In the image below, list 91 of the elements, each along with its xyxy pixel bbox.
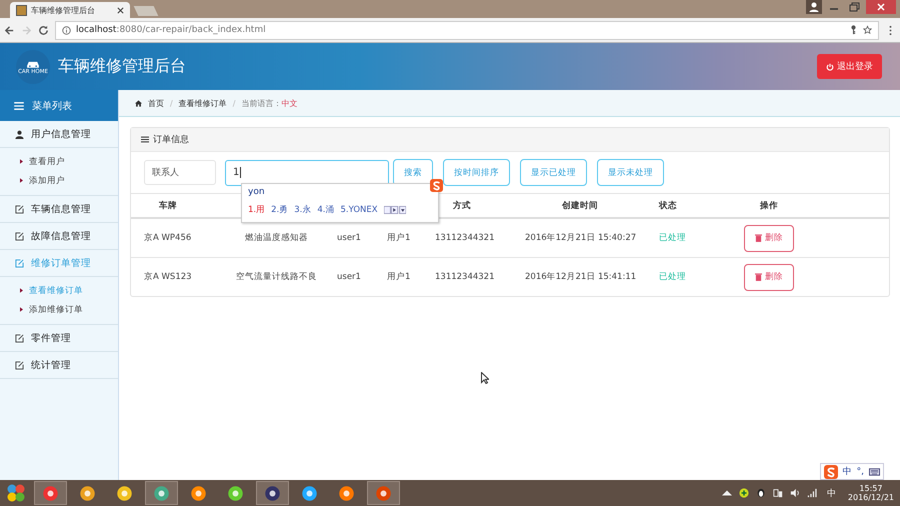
submenu-item[interactable]: 添加维修订单 bbox=[0, 300, 118, 319]
back-icon[interactable] bbox=[4, 24, 15, 36]
edit-icon bbox=[15, 360, 24, 370]
field-select[interactable]: 联系人 bbox=[144, 160, 216, 185]
logout-button[interactable]: 退出登录 bbox=[817, 54, 882, 79]
start-button[interactable] bbox=[6, 483, 26, 503]
table-cell-text: 京A WS123 bbox=[143, 271, 193, 283]
signal-icon[interactable] bbox=[806, 488, 817, 498]
browser-tab[interactable]: 车辆维修管理后台 bbox=[10, 2, 130, 18]
table-cell-text: 13112344321 bbox=[435, 272, 496, 282]
profile-icon[interactable] bbox=[806, 0, 822, 14]
url-text: localhost:8080/car-repair/back_index.html bbox=[76, 25, 266, 35]
edit-icon bbox=[15, 204, 24, 214]
table-cell-text: user1 bbox=[336, 233, 362, 243]
sidebar-item[interactable]: 零件管理 bbox=[0, 325, 118, 352]
breadcrumb-current: 查看维修订单 bbox=[178, 98, 227, 108]
submenu-item[interactable]: 查看用户 bbox=[0, 152, 118, 171]
home-icon bbox=[135, 100, 142, 106]
delete-button[interactable]: 删除 bbox=[744, 264, 794, 290]
breadcrumb-separator: / bbox=[232, 98, 236, 108]
breadcrumb-link[interactable]: 首页 bbox=[148, 98, 164, 108]
column-header: 方式 bbox=[452, 200, 472, 212]
key-icon[interactable] bbox=[849, 25, 858, 35]
ime-mode-text[interactable]: 中 bbox=[842, 465, 852, 478]
status-text: 已处理 bbox=[659, 271, 687, 283]
sidebar-item[interactable]: 故障信息管理 bbox=[0, 223, 118, 250]
sidebar-item[interactable]: 统计管理 bbox=[0, 352, 118, 379]
edit-icon bbox=[15, 258, 24, 268]
table-cell-text: 2016年12月21日 15:40:27 bbox=[525, 232, 638, 244]
ime-candidate[interactable]: 3.永 bbox=[294, 204, 312, 216]
table-cell-text: 用户1 bbox=[387, 271, 412, 283]
table-cell-text: 燃油温度感知器 bbox=[244, 232, 309, 244]
edit-icon bbox=[15, 232, 24, 240]
network-icon[interactable] bbox=[772, 488, 783, 498]
plus-icon[interactable] bbox=[738, 488, 749, 498]
sidebar-item[interactable]: 车辆信息管理 bbox=[0, 196, 118, 223]
table-cell-text: 京A WP456 bbox=[143, 232, 192, 244]
ime-typed-text: yon bbox=[247, 186, 266, 199]
page-arrows-icon[interactable] bbox=[384, 206, 406, 214]
input-language-text[interactable]: 中 bbox=[826, 486, 836, 500]
column-header: 创建时间 bbox=[560, 200, 599, 212]
column-header: 车牌 bbox=[158, 200, 178, 212]
caret-icon bbox=[20, 159, 23, 164]
show-hidden-icon[interactable] bbox=[722, 488, 732, 498]
submenu-item[interactable]: 添加用户 bbox=[0, 171, 118, 190]
table-cell-text: 13112344321 bbox=[435, 233, 496, 243]
person-icon bbox=[15, 130, 24, 138]
close-tab-icon[interactable] bbox=[117, 6, 124, 14]
taskbar-button[interactable] bbox=[145, 481, 178, 505]
site-title: 车辆维修管理后台 bbox=[58, 56, 186, 77]
table-cell-text: 2016年12月21日 15:41:11 bbox=[525, 271, 638, 283]
info-icon bbox=[62, 26, 71, 34]
keyboard-icon[interactable] bbox=[869, 468, 880, 476]
list-icon bbox=[141, 136, 149, 143]
punctuation-mode-text[interactable]: °, bbox=[856, 466, 864, 476]
taskbar-button[interactable] bbox=[367, 481, 400, 505]
panel-title: 订单信息 bbox=[153, 134, 189, 146]
taskbar-clock[interactable]: 15:57 2016/12/21 bbox=[848, 484, 894, 502]
column-header: 状态 bbox=[659, 200, 678, 212]
language-label: 当前语言：中文 bbox=[241, 98, 298, 108]
sidebar-item[interactable]: 用户信息管理 bbox=[0, 121, 118, 148]
breadcrumb-separator: / bbox=[170, 98, 173, 108]
status-text: 已处理 bbox=[659, 232, 687, 244]
taskbar-button[interactable] bbox=[256, 481, 289, 505]
star-icon[interactable] bbox=[863, 25, 872, 35]
ime-candidate[interactable]: 4.涌 bbox=[317, 204, 334, 216]
ime-candidate[interactable]: 5.YONEX bbox=[340, 205, 378, 215]
mouse-cursor-icon bbox=[481, 372, 489, 384]
edit-icon bbox=[15, 334, 24, 342]
caret-icon bbox=[20, 178, 23, 183]
ime-candidate[interactable]: 1.用 bbox=[248, 204, 266, 216]
menu-heading-text: 菜单列表 bbox=[32, 100, 72, 112]
reload-icon[interactable] bbox=[38, 24, 49, 36]
tab-title: 车辆维修管理后台 bbox=[31, 4, 96, 16]
volume-icon[interactable] bbox=[790, 488, 800, 498]
address-field[interactable]: localhost:8080/car-repair/back_index.html bbox=[55, 20, 879, 40]
caret-icon bbox=[20, 288, 23, 293]
table-cell-text: 用户1 bbox=[387, 232, 412, 244]
taskbar-button[interactable] bbox=[34, 481, 67, 505]
page-favicon-icon bbox=[16, 4, 27, 16]
trash-icon bbox=[755, 273, 762, 281]
trash-icon bbox=[755, 234, 762, 242]
close-window-icon[interactable] bbox=[866, 0, 896, 14]
caret-icon bbox=[20, 307, 23, 312]
delete-button[interactable]: 删除 bbox=[744, 224, 794, 252]
table-cell-text: user1 bbox=[336, 272, 362, 282]
column-header: 操作 bbox=[758, 200, 779, 212]
ime-candidate[interactable]: 2.勇 bbox=[271, 204, 288, 216]
list-icon bbox=[14, 102, 24, 110]
table-cell-text: 空气流量计线路不良 bbox=[235, 271, 318, 283]
power-icon bbox=[826, 62, 834, 70]
